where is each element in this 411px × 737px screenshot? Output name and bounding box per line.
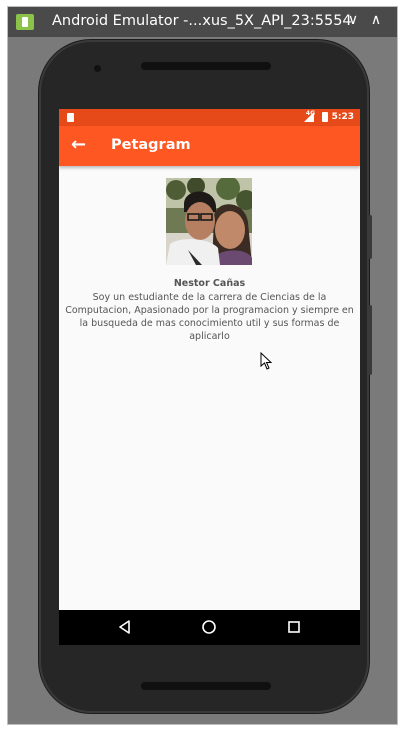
device-screen[interactable]: 4G 5:23 ← Petagram Nestor Cañas Soy un e…	[59, 109, 360, 645]
top-speaker	[141, 62, 271, 70]
maximize-button[interactable]: ∧	[367, 12, 385, 28]
power-button[interactable]	[368, 305, 372, 375]
android-studio-icon	[16, 14, 34, 30]
battery-icon	[322, 112, 328, 122]
profile-name: Nestor Cañas	[173, 278, 246, 289]
mouse-cursor-icon	[260, 352, 273, 370]
window-title: Android Emulator -...xus_5X_API_23:5554	[52, 13, 352, 29]
home-circle-icon[interactable]	[201, 619, 217, 635]
volume-button[interactable]	[368, 215, 372, 259]
recents-square-icon[interactable]	[286, 619, 302, 635]
phone-frame: 4G 5:23 ← Petagram Nestor Cañas Soy un e…	[39, 40, 372, 713]
emulator-window: Android Emulator -...xus_5X_API_23:5554 …	[7, 6, 398, 725]
toolbar-title: Petagram	[111, 137, 191, 153]
profile-bio: Soy un estudiante de la carrera de Cienc…	[65, 292, 354, 342]
system-nav-bar	[59, 610, 360, 645]
profile-photo-image	[166, 178, 252, 265]
status-time: 5:23	[331, 112, 354, 122]
profile-photo	[166, 178, 252, 265]
window-titlebar[interactable]: Android Emulator -...xus_5X_API_23:5554 …	[8, 7, 397, 37]
back-arrow-icon[interactable]: ←	[71, 133, 86, 157]
front-camera	[94, 65, 101, 72]
app-toolbar: ← Petagram	[59, 126, 360, 166]
sd-card-icon	[67, 113, 74, 122]
bottom-speaker	[141, 682, 271, 690]
status-bar: 4G 5:23	[59, 109, 360, 126]
minimize-button[interactable]: ∨	[344, 12, 362, 28]
back-triangle-icon[interactable]	[117, 619, 133, 635]
network-type-label: 4G	[305, 110, 315, 117]
